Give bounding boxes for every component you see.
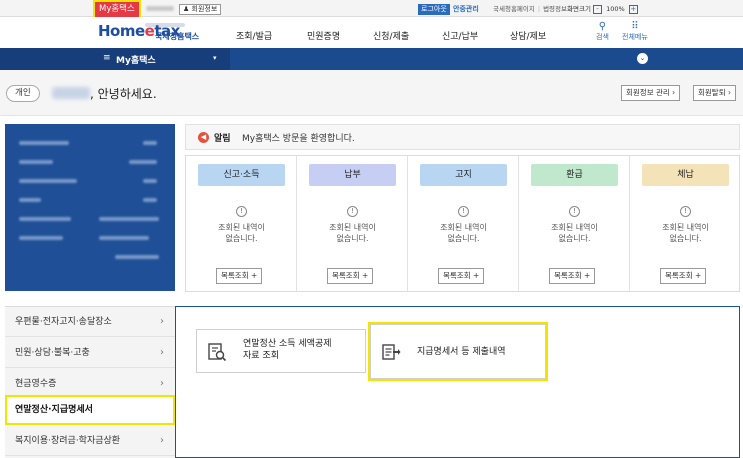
gnb-consult[interactable]: 상담/제보 — [510, 29, 546, 42]
top-utility-bar: My홈택스 ♟ 회원정보 로그아웃 안중관리 국세청홈페이지 | 법령정보 | 화면크… — [0, 0, 743, 19]
card-title[interactable]: 체납 — [642, 164, 729, 186]
card-arrears: 체납 ! 조회된 내역이 없습니다. 목록조회 + — [630, 156, 741, 291]
notice-message: My홈택스 방문을 환영합니다. — [242, 134, 355, 144]
gnb-inquiry[interactable]: 조회/발급 — [236, 29, 272, 42]
member-info-label: 회원정보 — [191, 5, 218, 13]
empty-message: 조회된 내역이 없습니다. — [551, 223, 598, 243]
search-button[interactable]: ⚲ 검색 — [596, 22, 609, 42]
empty-message: 조회된 내역이 없습니다. — [329, 223, 376, 243]
document-submit-icon — [382, 344, 401, 360]
info-icon: ! — [680, 206, 691, 217]
megaphone-icon: ◀ — [198, 132, 209, 143]
user-icon: ♟ — [183, 5, 190, 13]
logout-button[interactable]: 로그아웃 — [418, 4, 450, 15]
card-title[interactable]: 고지 — [420, 164, 507, 186]
zoom-in-button[interactable]: + — [628, 4, 638, 14]
zoom-out-button[interactable]: - — [593, 4, 602, 14]
card-refund: 환급 ! 조회된 내역이 없습니다. 목록조회 + — [519, 156, 630, 291]
payment-statement-submission-button[interactable]: 지급명세서 등 제출내역 — [368, 322, 548, 381]
status-cards: 신고·소득 ! 조회된 내역이 없습니다. 목록조회 + 납부 ! 조회된 내역이… — [185, 155, 740, 292]
search-label: 검색 — [596, 33, 609, 41]
sidebar-item-label: 복지이용·장려금·학자금상환 — [15, 436, 121, 446]
logo-e: e — [144, 22, 155, 40]
gnb-report-pay[interactable]: 신고/납부 — [442, 29, 478, 42]
empty-message: 조회된 내역이 없습니다. — [440, 223, 487, 243]
card-empty-info: ! 조회된 내역이 없습니다. — [186, 205, 297, 244]
logo-subtitle: 국세청홈택스 — [155, 32, 200, 41]
sidebar-item-label: 민원·상담·불복·고충 — [15, 348, 90, 358]
all-menu-button[interactable]: ⠿ 전체메뉴 — [622, 22, 648, 42]
section-title: My홈택스 — [116, 56, 156, 66]
list-view-button[interactable]: 목록조회 + — [438, 268, 485, 284]
empty-message: 조회된 내역이 없습니다. — [662, 223, 709, 243]
sidebar-item-mail-notice[interactable]: 우편물·전자고지·송달장소 › — [5, 307, 175, 337]
sidebar-item-civil-consult[interactable]: 민원·상담·불복·고충 › — [5, 338, 175, 368]
info-icon: ! — [347, 206, 358, 217]
notice-label: 알림 — [214, 134, 231, 144]
util-links: 국세청홈페이지 | 법령정보 | — [493, 5, 573, 13]
service-label: 지급명세서 등 제출내역 — [417, 347, 506, 357]
member-info-button[interactable]: ♟ 회원정보 — [179, 4, 222, 15]
chevron-right-icon: › — [160, 316, 164, 327]
my-hometax-tag[interactable]: My홈택스 — [93, 0, 141, 19]
expand-toggle-icon[interactable]: ⌄ — [637, 53, 648, 64]
user-name-blurred — [146, 6, 174, 11]
card-empty-info: ! 조회된 내역이 없습니다. — [519, 205, 630, 244]
greeting-name-blurred — [52, 87, 90, 99]
section-nav-bar: ≡ My홈택스 ▾ ⌄ — [0, 48, 743, 70]
empty-message: 조회된 내역이 없습니다. — [218, 223, 265, 243]
greeting-row: 개인 , 안녕하세요. 회원정보 관리 › 회원탈퇴 › — [0, 70, 743, 116]
center-link[interactable]: 안중관리 — [453, 4, 479, 15]
year-end-deduction-inquiry-button[interactable]: 연말정산 소득 세액공제 자료 조회 — [196, 329, 366, 373]
card-title[interactable]: 납부 — [309, 164, 396, 186]
sidebar-item-label: 연말정산·지급명세서 — [15, 405, 93, 415]
chevron-right-icon: › — [160, 347, 164, 358]
gnb-civil-cert[interactable]: 민원증명 — [307, 29, 340, 42]
screen-size-control: 화면크기 - 100% + — [567, 4, 638, 15]
submenu-content: 연말정산 소득 세액공제 자료 조회 지급명세서 등 제출내역 — [175, 306, 740, 458]
notice-bar: ◀ 알림 My홈택스 방문을 환영합니다. — [185, 124, 740, 150]
card-payment: 납부 ! 조회된 내역이 없습니다. 목록조회 + — [297, 156, 408, 291]
sidebar-item-welfare[interactable]: 복지이용·장려금·학자금상환 › — [5, 426, 175, 456]
hamburger-icon: ≡ — [103, 53, 111, 63]
card-empty-info: ! 조회된 내역이 없습니다. — [297, 205, 408, 244]
header: Homeetax 국세청홈택스 조회/발급 민원증명 신청/제출 신고/납부 상… — [0, 17, 743, 48]
sidebar-item-label: 현금영수증 — [15, 379, 57, 389]
card-empty-info: ! 조회된 내역이 없습니다. — [630, 205, 741, 244]
screen-size-label: 화면크기 — [567, 5, 591, 13]
caret-down-icon: ▾ — [213, 54, 217, 62]
withdraw-button[interactable]: 회원탈퇴 › — [693, 85, 736, 101]
zoom-value: 100% — [606, 5, 625, 13]
sidebar-item-label: 우편물·전자고지·송달장소 — [15, 317, 112, 327]
card-notice: 고지 ! 조회된 내역이 없습니다. 목록조회 + — [408, 156, 519, 291]
user-summary-panel — [5, 124, 175, 291]
manage-member-info-button[interactable]: 회원정보 관리 › — [621, 85, 681, 101]
card-empty-info: ! 조회된 내역이 없습니다. — [408, 205, 519, 244]
grid-icon: ⠿ — [631, 21, 639, 32]
list-view-button[interactable]: 목록조회 + — [660, 268, 707, 284]
sidebar-menu: 우편물·전자고지·송달장소 › 민원·상담·불복·고충 › 현금영수증 › 연말… — [5, 306, 175, 458]
section-selector[interactable]: ≡ My홈택스 ▾ — [0, 48, 230, 70]
card-report-income: 신고·소득 ! 조회된 내역이 없습니다. 목록조회 + — [186, 156, 297, 291]
greeting-text: , 안녕하세요. — [90, 87, 157, 101]
gnb-apply[interactable]: 신청/제출 — [373, 29, 409, 42]
nts-homepage-link[interactable]: 국세청홈페이지 — [493, 5, 535, 13]
card-title[interactable]: 신고·소득 — [198, 164, 285, 186]
document-search-icon — [208, 343, 227, 362]
law-info-link[interactable]: 법령정보 — [543, 5, 567, 13]
all-menu-label: 전체메뉴 — [622, 33, 648, 41]
list-view-button[interactable]: 목록조회 + — [549, 268, 596, 284]
chevron-right-icon: › — [160, 435, 164, 446]
logo-home: Home — [98, 22, 145, 40]
info-icon: ! — [458, 206, 469, 217]
list-view-button[interactable]: 목록조회 + — [216, 268, 263, 284]
personal-badge[interactable]: 개인 — [6, 85, 40, 102]
search-icon: ⚲ — [598, 21, 607, 32]
info-icon: ! — [236, 206, 247, 217]
list-view-button[interactable]: 목록조회 + — [327, 268, 374, 284]
sidebar-item-year-end-settlement[interactable]: 연말정산·지급명세서 — [5, 395, 175, 425]
card-title[interactable]: 환급 — [531, 164, 618, 186]
info-icon: ! — [569, 206, 580, 217]
service-label: 연말정산 소득 세액공제 자료 조회 — [243, 339, 332, 361]
